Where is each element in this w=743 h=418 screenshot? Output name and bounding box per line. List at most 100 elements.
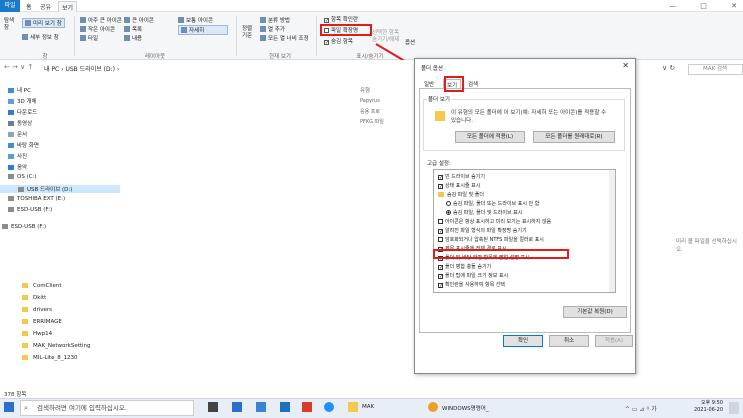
folder-icon [22, 331, 28, 336]
nav-3d-objects[interactable]: 3D 개체 [8, 97, 37, 105]
list-item[interactable]: MAK_NetworkSetting [22, 343, 91, 349]
list-item[interactable]: ComClient [22, 283, 62, 289]
list-item[interactable]: MIL-Lite_8_1230 [22, 355, 77, 361]
taskbar-chrome-label[interactable]: WINDOWS명령어_ [442, 404, 489, 412]
tab-view[interactable]: 보기 [58, 1, 78, 12]
nav-documents[interactable]: 문서 [8, 130, 27, 138]
fit-columns-button[interactable]: 모든 열 너비 조정 [260, 34, 309, 42]
advanced-setting-item[interactable]: 숨김 파일 및 폴더 [438, 191, 484, 198]
group-by-button[interactable]: 분류 방법 [260, 16, 290, 24]
folder-name: Hwp14 [33, 331, 53, 337]
cancel-button[interactable]: 취소 [549, 335, 589, 347]
windows-start-icon[interactable] [4, 402, 14, 412]
add-columns-icon [260, 26, 266, 32]
type-cell: Papyrus [360, 98, 380, 104]
advanced-setting-item[interactable]: ✓ 알려진 파일 형식의 파일 확장명 숨기기 [438, 227, 527, 235]
highlight-file-extensions [320, 24, 372, 36]
nav-music[interactable]: 음악 [8, 163, 27, 171]
layout-large-icons[interactable]: 큰 아이콘 [124, 16, 154, 24]
restore-defaults-button[interactable]: 기본값 복원(D) [563, 306, 627, 318]
layout-small-label: 작은 아이콘 [88, 27, 116, 33]
nav-toshiba-e[interactable]: TOSHIBA EXT (E:) [8, 196, 65, 202]
advanced-setting-item[interactable]: ✓ 폴더 팁에 파일 크기 정보 표시 [438, 272, 508, 280]
advanced-setting-item[interactable]: ✓ 빈 드라이브 숨기기 [438, 173, 485, 181]
nav-pictures[interactable]: 사진 [8, 152, 27, 160]
content-icon [124, 35, 130, 41]
notification-icon[interactable] [729, 402, 739, 414]
folder-name: MIL-Lite_8_1230 [33, 355, 78, 361]
sort-by-button[interactable]: 정렬 기준 [242, 26, 252, 40]
mail-icon[interactable] [232, 402, 242, 412]
explorer-icon[interactable] [348, 402, 358, 412]
advanced-setting-item[interactable]: ✓ 확인란을 사용하여 항목 선택 [438, 281, 505, 289]
advanced-setting-item[interactable]: ✓ 상태 표시줄 표시 [438, 182, 480, 190]
tab-file[interactable]: 파일 [0, 0, 20, 12]
tray-icons[interactable]: ^ ▭ ⊿ ⁽⁾ 가 [625, 404, 657, 413]
chrome-icon[interactable] [428, 402, 438, 412]
folder-icon [22, 355, 28, 360]
app-icon[interactable] [280, 402, 290, 412]
layout-details-label: 자세히 [189, 28, 205, 34]
advanced-list-scrollbar[interactable] [609, 170, 615, 292]
layout-content[interactable]: 내용 [124, 34, 142, 42]
maximize-button[interactable]: □ [700, 2, 707, 10]
add-columns-button[interactable]: 열 추가 [260, 25, 285, 33]
drive-icon [2, 224, 8, 229]
apply-to-folders-button[interactable]: 모든 폴더에 적용(L) [455, 131, 525, 143]
minimize-button[interactable]: — [669, 2, 676, 10]
layout-tiles[interactable]: 타일 [80, 34, 98, 42]
nav-downloads[interactable]: 다운로드 [8, 108, 37, 116]
close-button[interactable]: ✕ [731, 2, 737, 10]
item-checkboxes-toggle[interactable]: ✓ 항목 확인란 [324, 15, 358, 24]
edge-icon[interactable] [324, 402, 334, 412]
search-input[interactable]: MAK 검색 [688, 64, 743, 75]
column-header-type[interactable]: 유형 [360, 86, 370, 94]
checkbox-checked-icon: ✓ [438, 265, 444, 271]
list-item[interactable]: drivers [22, 307, 52, 313]
nav-esd-usb-f-root[interactable]: ESD-USB (F:) [2, 224, 46, 230]
layout-list[interactable]: 목록 [124, 25, 142, 33]
acrobat-icon[interactable] [302, 402, 312, 412]
nav-label: 다운로드 [17, 110, 38, 116]
layout-xl-icons[interactable]: 아주 큰 아이콘 [80, 16, 122, 24]
hidden-items-toggle[interactable]: ✓ 숨김 항목 [324, 37, 353, 46]
refresh-icon[interactable]: ∨ ↻ [662, 64, 675, 72]
advanced-setting-item[interactable]: 암호화되거나 압축된 NTFS 파일을 컬러로 표시 [438, 236, 544, 243]
ok-button[interactable]: 확인 [503, 335, 543, 347]
dialog-close-icon[interactable]: ✕ [622, 61, 629, 70]
apply-button[interactable]: 적용(A) [595, 335, 633, 347]
taskbar-clock[interactable]: 오후 9:50 2021-06-20 [694, 400, 723, 414]
layout-medium-icons[interactable]: 보통 아이콘 [178, 16, 213, 24]
reset-folders-button[interactable]: 모든 폴더를 원래대로(R) [533, 131, 615, 143]
nav-desktop[interactable]: 바탕 화면 [8, 141, 39, 149]
layout-small-icons[interactable]: 작은 아이콘 [80, 25, 115, 33]
nav-arrows[interactable]: ← → ∨ ↑ [4, 63, 33, 71]
nav-os-c[interactable]: OS (C:) [8, 174, 37, 180]
details-pane-button[interactable]: 세부 정보 창 [22, 33, 59, 41]
nav-esd-usb-f[interactable]: ESD-USB (F:) [8, 207, 52, 213]
preview-pane-button[interactable]: 미리 보기 창 [22, 18, 65, 28]
checkbox-checked-icon: ✓ [438, 175, 444, 181]
list-item[interactable]: ERRIMAGE [22, 319, 62, 325]
list-item[interactable]: Dkitt [22, 295, 46, 301]
advanced-setting-item[interactable]: 아이콘은 항상 표시하고 미리 보기는 표시하지 않음 [438, 218, 551, 225]
taskbar-search-input[interactable]: 검색하려면 여기에 입력하십시오. [20, 400, 194, 416]
nav-pane-button[interactable]: 탐색 창 [4, 18, 14, 32]
taskbar-explorer-label[interactable]: MAK [362, 404, 374, 410]
nav-videos[interactable]: 동영상 [8, 119, 32, 127]
layout-details[interactable]: 자세히 [178, 25, 228, 35]
advanced-setting-item[interactable]: 숨김 파일, 폴더 및 드라이브 표시 [446, 209, 522, 216]
preview-pane-label: 미리 보기 창 [33, 21, 62, 27]
advanced-setting-item[interactable]: ✓ 폴더 병합 충돌 숨기기 [438, 263, 491, 271]
list-item[interactable]: Hwp14 [22, 331, 52, 337]
nav-this-pc[interactable]: 내 PC [8, 86, 31, 94]
task-view-icon[interactable] [208, 402, 218, 412]
advanced-setting-item[interactable]: 숨김 파일, 폴더 또는 드라이브 표시 안 함 [446, 200, 539, 207]
nav-usb-d[interactable]: USB 드라이브 (D:) [0, 185, 120, 193]
checkbox-checked-icon: ✓ [438, 184, 444, 190]
tab-share[interactable]: 공유 [40, 2, 51, 11]
folder-icon [22, 295, 28, 300]
address-path[interactable]: 내 PC › USB 드라이브 (D:) › [44, 64, 414, 75]
tab-home[interactable]: 홈 [26, 2, 32, 11]
store-icon[interactable] [256, 402, 266, 412]
